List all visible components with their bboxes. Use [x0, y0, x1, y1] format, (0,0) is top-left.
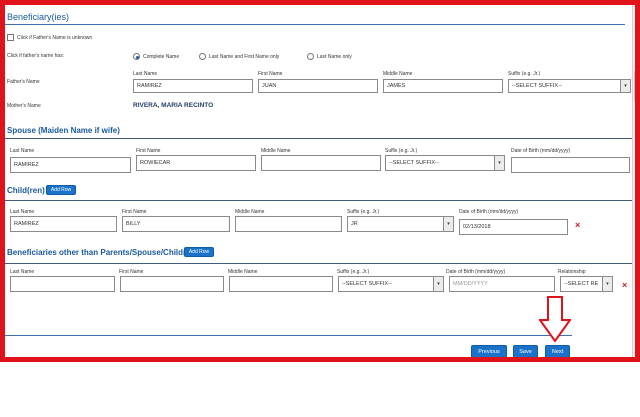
other-relationship-select[interactable]: --SELECT RE ▾: [560, 276, 613, 292]
child-dob-label: Date of Birth (mm/dd/yyyy): [459, 209, 519, 215]
radio-complete-name[interactable]: [133, 53, 140, 60]
father-unknown-checkbox[interactable]: [7, 34, 14, 41]
chevron-down-icon: ▾: [443, 217, 453, 231]
radio-complete-name-label: Complete Name: [143, 54, 180, 60]
father-last-name-input[interactable]: RAMIREZ: [133, 79, 253, 93]
father-suffix-label: Suffix (e.g. Jr.): [508, 71, 541, 77]
others-title: Beneficiaries other than Parents/Spouse/…: [7, 248, 196, 257]
other-last-name-input[interactable]: [10, 276, 115, 292]
father-unknown-label: Click if Father's Name is unknown: [17, 35, 93, 41]
other-relationship-value: --SELECT RE: [564, 281, 599, 287]
others-divider: [5, 263, 635, 264]
child-suffix-value: JR: [351, 221, 358, 227]
chevron-down-icon: ▾: [602, 277, 612, 291]
child-middle-name-label: Middle Name: [235, 209, 265, 215]
child-suffix-label: Suffix (e.g. Jr.): [347, 209, 380, 215]
radio-last-first-only[interactable]: [199, 53, 206, 60]
children-title: Child(ren): [7, 186, 45, 195]
other-relationship-label: Relationship: [558, 269, 586, 275]
spouse-first-name-label: First Name: [136, 148, 161, 154]
other-last-name-label: Last Name: [10, 269, 35, 275]
add-other-row-button[interactable]: Add Row: [184, 247, 214, 257]
down-arrow-icon: [539, 296, 571, 342]
other-suffix-select[interactable]: --SELECT SUFFIX-- ▾: [338, 276, 444, 292]
father-row-label: Father's Name: [7, 79, 40, 85]
section-title: Beneficiary(ies): [7, 12, 70, 22]
save-button[interactable]: Save: [513, 345, 538, 357]
father-name-prompt: Click if father's name has:: [7, 53, 65, 59]
child-first-name-input[interactable]: BILLY: [122, 216, 230, 232]
vertical-scrollbar[interactable]: [632, 5, 635, 357]
child-middle-name-input[interactable]: [235, 216, 342, 232]
spouse-last-name-input[interactable]: RAMIREZ: [10, 157, 131, 173]
spouse-middle-name-label: Middle Name: [261, 148, 291, 154]
child-dob-input[interactable]: 02/13/2018: [459, 219, 568, 235]
other-middle-name-input[interactable]: [229, 276, 333, 292]
spouse-dob-input[interactable]: [511, 157, 630, 173]
father-suffix-value: --SELECT SUFFIX--: [512, 83, 562, 89]
other-suffix-label: Suffix (e.g. Jr.): [337, 269, 370, 275]
father-suffix-select[interactable]: --SELECT SUFFIX-- ▾: [508, 79, 631, 93]
scrollbar-thumb[interactable]: [634, 71, 635, 101]
children-divider: [5, 200, 635, 201]
mother-row-label: Mother's Name: [7, 103, 41, 109]
radio-last-only-label: Last Name only: [317, 54, 352, 60]
father-middle-name-label: Middle Name: [383, 71, 413, 77]
next-button[interactable]: Next: [545, 345, 570, 357]
other-suffix-value: --SELECT SUFFIX--: [342, 281, 392, 287]
radio-last-only[interactable]: [307, 53, 314, 60]
radio-last-first-only-label: Last Name and First Name only: [209, 54, 280, 60]
other-first-name-input[interactable]: [120, 276, 224, 292]
spouse-divider: [5, 138, 635, 139]
spouse-dob-label: Date of Birth (mm/dd/yyyy): [511, 148, 571, 154]
child-suffix-select[interactable]: JR ▾: [347, 216, 454, 232]
spouse-last-name-label: Last Name: [10, 148, 35, 154]
delete-child-row-icon[interactable]: ×: [575, 221, 580, 230]
previous-button[interactable]: Previous: [471, 345, 507, 357]
child-first-name-label: First Name: [122, 209, 147, 215]
father-first-name-input[interactable]: JUAN: [258, 79, 378, 93]
spouse-suffix-select[interactable]: --SELECT SUFFIX-- ▾: [385, 155, 505, 171]
section-divider: [5, 24, 625, 25]
spouse-title: Spouse (Maiden Name if wife): [7, 126, 120, 135]
other-dob-label: Date of Birth (mm/dd/yyyy): [446, 269, 506, 275]
father-last-name-label: Last Name: [133, 71, 158, 77]
footer-divider: [5, 335, 572, 336]
father-first-name-label: First Name: [258, 71, 283, 77]
child-last-name-input[interactable]: RAMIREZ: [10, 216, 117, 232]
chevron-down-icon: ▾: [494, 156, 504, 170]
add-child-row-button[interactable]: Add Row: [46, 185, 76, 195]
spouse-middle-name-input[interactable]: [261, 155, 381, 171]
spouse-suffix-label: Suffix (e.g. Jr.): [385, 148, 418, 154]
other-first-name-label: First Name: [119, 269, 144, 275]
chevron-down-icon: ▾: [620, 80, 630, 92]
delete-other-row-icon[interactable]: ×: [622, 281, 627, 290]
mother-name-value: RIVERA, MARIA RECINTO: [133, 102, 214, 109]
spouse-suffix-value: --SELECT SUFFIX--: [389, 160, 439, 166]
father-middle-name-input[interactable]: JAMES: [383, 79, 503, 93]
chevron-down-icon: ▾: [433, 277, 443, 291]
other-middle-name-label: Middle Name: [228, 269, 258, 275]
child-last-name-label: Last Name: [10, 209, 35, 215]
spouse-first-name-input[interactable]: ROWIECAR: [136, 155, 256, 171]
screenshot-frame: Beneficiary(ies) Click if Father's Name …: [0, 0, 640, 362]
other-dob-input[interactable]: MM/DD/YYYY: [449, 276, 555, 292]
